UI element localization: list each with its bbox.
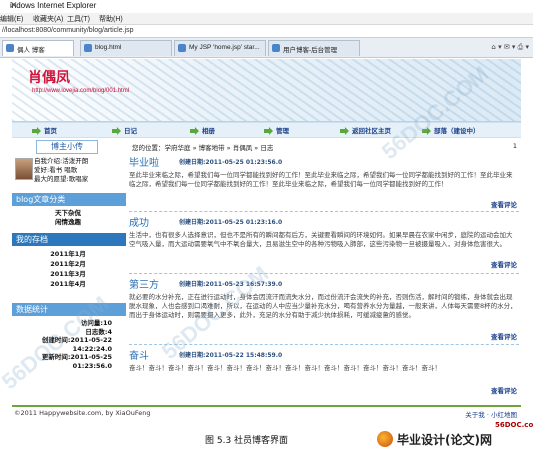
page-icon	[6, 44, 14, 52]
arrow-icon	[112, 127, 121, 135]
menu-tools[interactable]: 工具(T)	[67, 14, 90, 24]
tab-admin[interactable]: 用户博客-后台管理	[268, 40, 360, 56]
categories-section: blog文章分类 天下杂侃 闲情逸趣	[12, 191, 126, 227]
category-link[interactable]: 闲情逸趣	[12, 218, 124, 227]
toolbar-icons[interactable]: ⌂ ▾ ✉ ▾ ⎙ ▾	[491, 43, 529, 52]
archive-link[interactable]: 2011年1月	[12, 249, 124, 259]
nav-manage[interactable]: 管理	[264, 125, 289, 135]
brand-site: 56DOC.com	[495, 421, 533, 429]
tab-label: My JSP 'home.jsp' star...	[189, 44, 260, 51]
profile-lines: 自我介绍:活泼开朗 爱好:看书 唱歌 最大的愿望:歌唱家	[34, 157, 88, 184]
tab-blog-html[interactable]: blog.html	[80, 40, 172, 56]
brand-logo: 56DOC.com 毕业设计(论文)网	[375, 421, 533, 451]
post-body: 奋斗！奋斗！奋斗！奋斗！奋斗！奋斗！奋斗！奋斗！奋斗！奋斗！奋斗！奋斗！奋斗！奋…	[129, 364, 441, 372]
address-url[interactable]: //localhost:8080/community/blog/article.…	[2, 27, 134, 34]
address-bar[interactable]: //localhost:8080/community/blog/article.…	[0, 25, 533, 38]
tab-label: 用户博客-后台管理	[283, 47, 338, 54]
window-titlebar: indows Internet Explorer ✕	[0, 0, 533, 13]
tab-blog[interactable]: 偶人 博客	[2, 40, 74, 56]
arrow-icon	[32, 127, 41, 135]
post-body: 生活中，也有很多人选择意识，但也不是所有的瞬间都有后方，关键要看瞬间的环境如何。…	[129, 231, 513, 248]
main-content: 您的位置：学府华庭 » 博客地带 » 肖偶凤 » 日志 1 毕业啦 创建日期:2…	[129, 139, 521, 405]
menu-help[interactable]: 帮助(H)	[99, 14, 123, 24]
brand-name: 毕业设计(论文)网	[397, 433, 492, 447]
view-comments-link[interactable]: 查看评论	[491, 259, 517, 269]
nav-album[interactable]: 相册	[190, 125, 215, 135]
post-date: 创建日期:2011-05-22 15:48:59.0	[179, 352, 283, 359]
arrow-icon	[190, 127, 199, 135]
avatar	[15, 158, 33, 180]
blog-name: 肖偶凤	[28, 70, 70, 86]
post-divider	[129, 211, 519, 212]
view-comments-link[interactable]: 查看评论	[491, 385, 517, 395]
view-comments-link[interactable]: 查看评论	[491, 199, 517, 209]
blog-nav: 首页 日记 相册 管理 返回社区主页 部落（建设中）	[12, 122, 521, 138]
tab-label: blog.html	[95, 44, 122, 51]
nav-community[interactable]: 返回社区主页	[340, 125, 391, 135]
archive-section: 我的存档 2011年1月 2011年2月 2011年3月 2011年4月	[12, 231, 126, 289]
nav-diary[interactable]: 日记	[112, 125, 137, 135]
globe-icon	[377, 431, 393, 447]
blog-footer: ©2011 Happywebsite.com, by XiaOuFeng 关于我…	[12, 405, 521, 419]
profile-intro: 自我介绍:活泼开朗	[34, 157, 89, 165]
category-link[interactable]: 天下杂侃	[12, 209, 124, 218]
page-icon	[84, 44, 92, 52]
nav-home[interactable]: 首页	[32, 125, 57, 135]
post-body: 就必要的水分补充，正在进行运动时，身体会因流汗而流失水分，而过份流汗会流失的补充…	[129, 293, 517, 319]
post-divider	[129, 273, 519, 274]
post: 毕业啦 创建日期:2011-05-25 01:23:56.0 至此毕业来临之际，…	[129, 154, 521, 212]
profile-title: 博主小传	[36, 140, 98, 154]
post-body: 至此毕业来临之际，希望我们每一位同学都能找到好的工作！至此毕业来临之际，希望我们…	[129, 171, 513, 188]
post: 成功 创建日期:2011-05-25 01:23:16.0 生活中，也有很多人选…	[129, 214, 521, 272]
menu-favorites[interactable]: 收藏夹(A)	[33, 14, 63, 24]
breadcrumb: 您的位置：学府华庭 » 博客地带 » 肖偶凤 » 日志	[132, 144, 274, 152]
archive-link[interactable]: 2011年2月	[12, 259, 124, 269]
arrow-icon	[264, 127, 273, 135]
arrow-icon	[340, 127, 349, 135]
menu-edit[interactable]: 编辑(E)	[0, 14, 23, 24]
page-number[interactable]: 1	[513, 142, 517, 150]
post-date: 创建日期:2011-05-25 01:23:16.0	[179, 219, 283, 226]
page-icon	[178, 44, 186, 52]
archive-link[interactable]: 2011年4月	[12, 279, 124, 289]
archive-link[interactable]: 2011年3月	[12, 269, 124, 279]
blog-url[interactable]: http://www.lovejia.com/blog/001.html	[32, 88, 129, 94]
menu-bar: 编辑(E) 收藏夹(A) 工具(T) 帮助(H)	[0, 13, 533, 25]
copyright: ©2011 Happywebsite.com, by XiaOuFeng	[14, 409, 151, 417]
profile-section: 博主小传 自我介绍:活泼开朗 爱好:看书 唱歌 最大的愿望:歌唱家	[12, 139, 124, 183]
page-icon	[272, 44, 280, 52]
tab-home-jsp[interactable]: My JSP 'home.jsp' star...	[174, 40, 266, 56]
figure-caption: 图 5.3 社员博客界面	[205, 436, 289, 446]
archive-head: 我的存档	[12, 233, 126, 246]
tab-label: 偶人 博客	[17, 47, 45, 54]
close-icon[interactable]: ✕	[10, 0, 527, 11]
profile-hobby: 爱好:看书 唱歌	[34, 166, 78, 174]
categories-head: blog文章分类	[12, 193, 126, 206]
profile-wish: 最大的愿望:歌唱家	[34, 175, 89, 183]
post: 奋斗 创建日期:2011-05-22 15:48:59.0 奋斗！奋斗！奋斗！奋…	[129, 347, 521, 397]
view-comments-link[interactable]: 查看评论	[491, 331, 517, 341]
footer-links[interactable]: 关于我 · 小红地图	[465, 409, 517, 419]
post-date: 创建日期:2011-05-25 01:23:56.0	[179, 159, 283, 166]
tab-strip: 偶人 博客 blog.html My JSP 'home.jsp' star..…	[0, 38, 533, 58]
